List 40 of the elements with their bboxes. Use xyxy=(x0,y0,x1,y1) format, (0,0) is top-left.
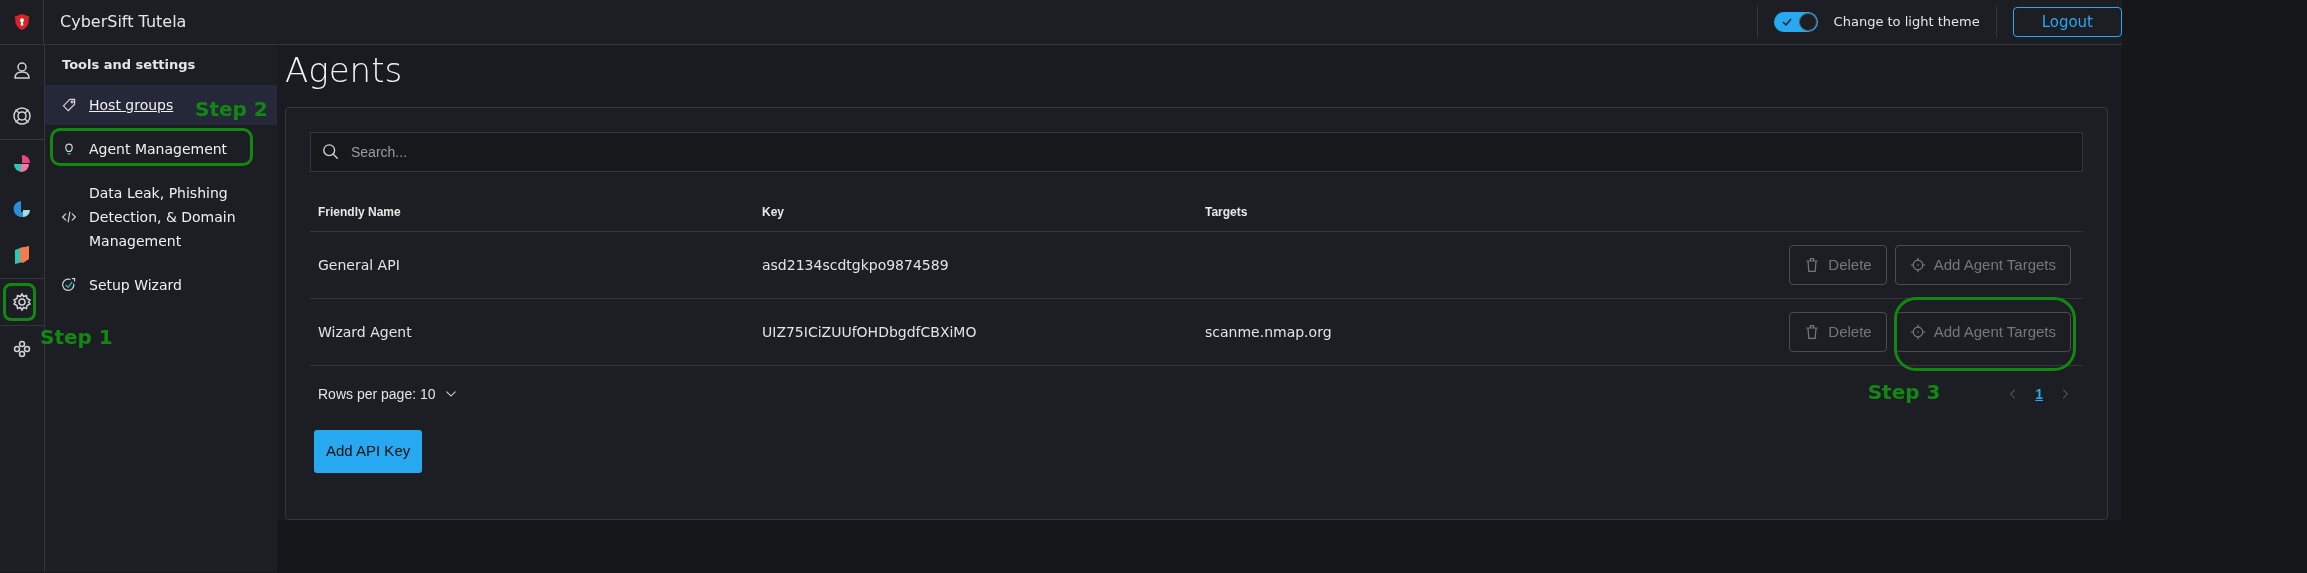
settings-icon[interactable] xyxy=(12,292,32,312)
menu-item[interactable]: Data Leak, Phishing Detection, & Domain Management xyxy=(45,172,277,261)
rows-per-page-select[interactable]: Rows per page: 10 xyxy=(318,383,458,405)
shield-logo-icon xyxy=(12,13,31,31)
theme-toggle[interactable] xyxy=(1773,12,1818,32)
column-header: Key xyxy=(761,204,785,221)
column-header: Friendly Name xyxy=(317,204,402,221)
menu-item[interactable]: Setup Wizard xyxy=(45,264,277,305)
lifebuoy-icon[interactable] xyxy=(12,106,32,126)
drop-chart-icon[interactable] xyxy=(12,199,32,219)
step-label: Step 3 xyxy=(1867,382,1941,402)
check-circle-icon xyxy=(61,276,77,293)
table-cell-text: General API xyxy=(317,256,400,273)
step-label: Step 1 xyxy=(40,327,113,347)
step-label: Step 2 xyxy=(195,98,268,119)
check-icon xyxy=(1781,17,1792,27)
page-title: Agents xyxy=(285,49,404,92)
crosshair-icon xyxy=(1909,324,1926,340)
page-link[interactable]: 1 xyxy=(2035,383,2043,405)
add-api-key-button[interactable]: Add API Key xyxy=(314,430,423,473)
search-field[interactable]: Search... xyxy=(310,132,2083,172)
logout-button[interactable]: Logout xyxy=(2012,6,2122,38)
table-cell-text: UIZ75ICiZUUfOHDbgdfCBXiMO xyxy=(761,323,977,340)
trash-icon xyxy=(1804,257,1821,273)
people-icon[interactable] xyxy=(12,339,32,359)
column-header: Targets xyxy=(1204,204,1249,221)
person-icon[interactable] xyxy=(12,60,32,80)
table-cell-text: scanme.nmap.org xyxy=(1204,323,1332,340)
search-icon xyxy=(322,143,340,161)
menu-item[interactable]: Agent Management xyxy=(45,128,277,169)
panel-title: Tools and settings xyxy=(61,56,197,74)
app-title: CyberSift Tutela xyxy=(60,11,187,33)
theme-toggle-label: Change to light theme xyxy=(1833,13,1980,32)
crosshair-icon xyxy=(1909,257,1926,273)
pie-chart-icon[interactable] xyxy=(12,153,32,173)
trash-icon xyxy=(1804,324,1821,340)
table-cell-text: Wizard Agent xyxy=(317,323,412,340)
shield-icon[interactable] xyxy=(12,245,32,265)
tag-icon xyxy=(61,96,77,113)
table-cell-text: asd2134scdtgkpo9874589 xyxy=(761,256,949,273)
